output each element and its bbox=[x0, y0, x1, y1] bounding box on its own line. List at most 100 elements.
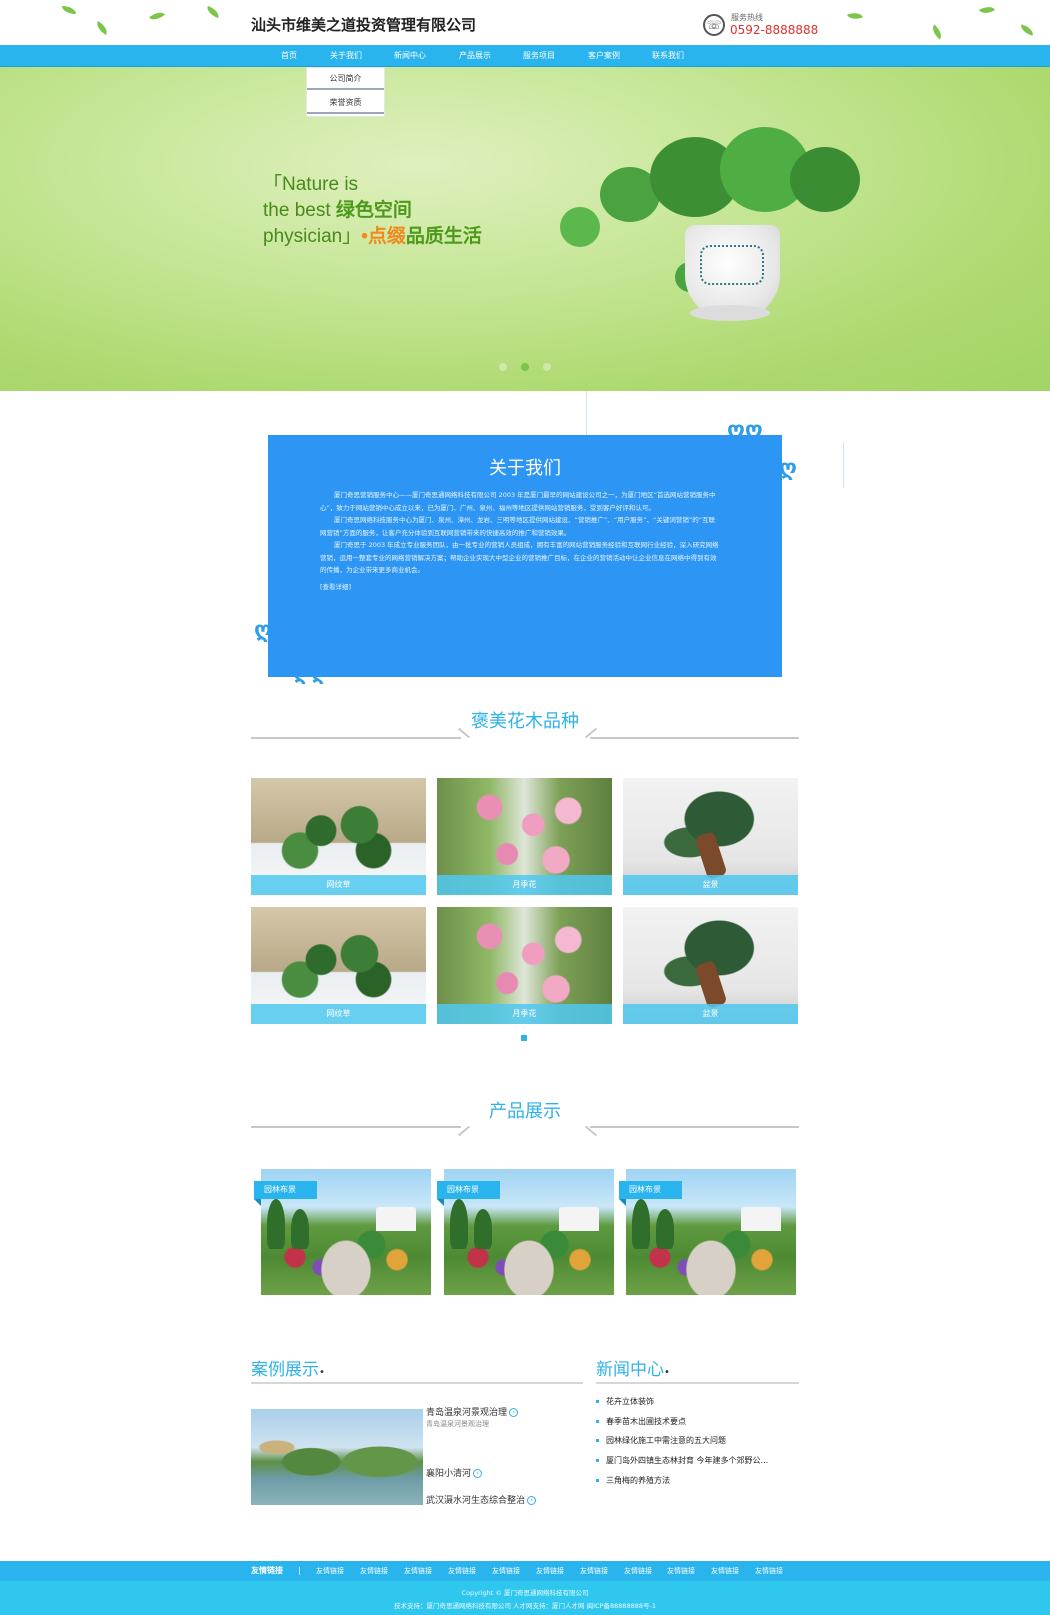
banner-slogan: 「Nature is the best 绿色空间 physician」•点缀品质… bbox=[263, 174, 482, 247]
friend-link[interactable]: 友情链接 bbox=[667, 1561, 695, 1581]
friend-link[interactable]: 友情链接 bbox=[492, 1561, 520, 1581]
arrow-right-circle-icon: › bbox=[509, 1408, 519, 1417]
product-tag-notch bbox=[437, 1199, 444, 1206]
leaf-decoration bbox=[1019, 24, 1035, 36]
arrow-right-circle-icon: › bbox=[473, 1469, 483, 1478]
nav-products[interactable]: 产品展示 bbox=[445, 45, 505, 67]
news-title: 新闻中心• bbox=[596, 1355, 670, 1380]
case-link-text: 武汉滠水河生态综合整治 bbox=[426, 1496, 526, 1506]
nav-contact[interactable]: 联系我们 bbox=[638, 45, 698, 67]
friend-link[interactable]: 友情链接 bbox=[711, 1561, 739, 1581]
friend-link[interactable]: 友情链接 bbox=[448, 1561, 476, 1581]
arrow-right-circle-icon: › bbox=[527, 1496, 537, 1505]
news-item[interactable]: 花卉立体装饰 bbox=[596, 1396, 654, 1407]
hotline-label: 服务热线 bbox=[731, 13, 763, 22]
slider-dot[interactable] bbox=[499, 363, 507, 371]
deco-line bbox=[586, 391, 587, 435]
flower-card[interactable]: 月季花 bbox=[437, 778, 612, 895]
news-item[interactable]: 厦门岛外四镇生态林封育 今年建多个郊野公... bbox=[596, 1455, 768, 1466]
bonsai-trunk bbox=[694, 960, 728, 1009]
main-nav: 首页 关于我们 新闻中心 产品展示 服务项目 客户案例 联系我们 bbox=[0, 45, 1050, 67]
nav-home[interactable]: 首页 bbox=[259, 45, 319, 67]
deco-line bbox=[843, 442, 844, 488]
friend-links-bar: 友情链接 | 友情链接 友情链接 友情链接 友情链接 友情链接 友情链接 友情链… bbox=[0, 1561, 1050, 1581]
flower-label: 盆景 bbox=[623, 1004, 798, 1024]
slogan-dot: • bbox=[361, 226, 368, 247]
flower-label: 盆景 bbox=[623, 875, 798, 895]
product-tag-notch bbox=[619, 1199, 626, 1206]
company-name: 汕头市维美之道投资管理有限公司 bbox=[251, 16, 477, 34]
case-link-text: 青岛温泉河景观治理 bbox=[426, 1408, 508, 1418]
friend-link[interactable]: 友情链接 bbox=[404, 1561, 432, 1581]
dropdown-item-honors[interactable]: 荣誉资质 bbox=[307, 92, 384, 114]
flower-card[interactable]: 网纹草 bbox=[251, 778, 426, 895]
case-link-text: 襄阳小清河 bbox=[426, 1469, 472, 1479]
flowers-pager-dot[interactable] bbox=[521, 1035, 527, 1041]
phone-icon: ☏ bbox=[703, 14, 725, 36]
about-paragraph: 厦门奇思营销服务中心——厦门奇思通网络科技有限公司 2003 年是厦门最早的网站… bbox=[320, 491, 716, 512]
friend-links-title: 友情链接 bbox=[251, 1566, 283, 1575]
slider-dot[interactable] bbox=[543, 363, 551, 371]
vine-decoration bbox=[40, 0, 210, 30]
case-image[interactable] bbox=[251, 1409, 423, 1505]
friend-link[interactable]: 友情链接 bbox=[360, 1561, 388, 1581]
flower-card[interactable]: 盆景 bbox=[623, 907, 798, 1024]
nav-about[interactable]: 关于我们 bbox=[316, 45, 376, 67]
cases-title-bullet: • bbox=[319, 1367, 325, 1378]
product-tag-notch bbox=[254, 1199, 261, 1206]
tree-shape bbox=[632, 1199, 650, 1249]
flower-label: 月季花 bbox=[437, 875, 612, 895]
case-link[interactable]: 青岛温泉河景观治理 › bbox=[426, 1405, 519, 1418]
product-tag: 园林布景 bbox=[254, 1181, 317, 1199]
news-item[interactable]: 三角梅的养殖方法 bbox=[596, 1475, 670, 1486]
news-item[interactable]: 春季苗木出圃技术要点 bbox=[596, 1416, 686, 1427]
cases-divider bbox=[251, 1382, 583, 1384]
slider-dot-active[interactable] bbox=[521, 363, 529, 371]
about-title: 关于我们 bbox=[489, 458, 561, 479]
news-item[interactable]: 园林绿化施工中需注意的五大问题 bbox=[596, 1435, 726, 1446]
product-tag: 园林布景 bbox=[619, 1181, 682, 1199]
friend-links-separator: | bbox=[298, 1566, 301, 1575]
friend-link[interactable]: 友情链接 bbox=[624, 1561, 652, 1581]
case-link[interactable]: 武汉滠水河生态综合整治 › bbox=[426, 1493, 537, 1506]
product-tag: 园林布景 bbox=[437, 1181, 500, 1199]
about-paragraph: 厦门奇思网络科技服务中心为厦门、泉州、漳州、龙岩、三明等地区提供网站建设、“营销… bbox=[320, 516, 716, 537]
about-panel: 关于我们 厦门奇思营销服务中心——厦门奇思通网络科技有限公司 2003 年是厦门… bbox=[268, 435, 782, 677]
section-divider bbox=[590, 1126, 799, 1128]
slogan-line1: Nature is bbox=[282, 174, 359, 195]
friend-link[interactable]: 友情链接 bbox=[580, 1561, 608, 1581]
dropdown-item-company-intro[interactable]: 公司简介 bbox=[307, 68, 384, 90]
flower-card[interactable]: 网纹草 bbox=[251, 907, 426, 1024]
vine-decoration bbox=[860, 0, 1040, 37]
nav-cases[interactable]: 客户案例 bbox=[574, 45, 634, 67]
case-link[interactable]: 襄阳小清河 › bbox=[426, 1466, 483, 1479]
house-shape bbox=[376, 1207, 416, 1231]
cases-title: 案例展示• bbox=[251, 1355, 325, 1380]
slogan-line2-cn: 绿色空间 bbox=[335, 200, 412, 221]
flower-card[interactable]: 盆景 bbox=[623, 778, 798, 895]
friend-link[interactable]: 友情链接 bbox=[316, 1561, 344, 1581]
pot-pattern bbox=[700, 245, 764, 285]
copyright-text: Copyright © 厦门奇思通网络科技有限公司 bbox=[461, 1589, 589, 1597]
flower-card[interactable]: 月季花 bbox=[437, 907, 612, 1024]
case-subtitle: 青岛温泉河景观治理 bbox=[426, 1420, 489, 1428]
nav-news[interactable]: 新闻中心 bbox=[380, 45, 440, 67]
pot-saucer bbox=[690, 305, 770, 321]
support-text: 技术支持：厦门奇思通网络科技有限公司 人才网支持：厦门人才网 闽ICP备8888… bbox=[393, 1602, 657, 1610]
friend-link[interactable]: 友情链接 bbox=[755, 1561, 783, 1581]
friend-link[interactable]: 友情链接 bbox=[536, 1561, 564, 1581]
hotline-number: 0592-8888888 bbox=[730, 23, 819, 37]
news-title-text: 新闻中心 bbox=[596, 1360, 664, 1380]
about-more-link[interactable]: [查看详细] bbox=[320, 581, 351, 591]
section-divider bbox=[590, 737, 799, 739]
nav-services[interactable]: 服务项目 bbox=[509, 45, 569, 67]
tree-shape bbox=[450, 1199, 468, 1249]
hero-banner: 「Nature is the best 绿色空间 physician」•点缀品质… bbox=[0, 67, 1050, 391]
leaf-decoration bbox=[205, 5, 221, 19]
cases-title-text: 案例展示 bbox=[251, 1360, 319, 1380]
house-shape bbox=[741, 1207, 781, 1231]
flower-label: 网纹草 bbox=[251, 1004, 426, 1024]
section-divider bbox=[251, 1126, 461, 1128]
section-divider bbox=[251, 737, 461, 739]
tree-shape bbox=[291, 1209, 309, 1249]
